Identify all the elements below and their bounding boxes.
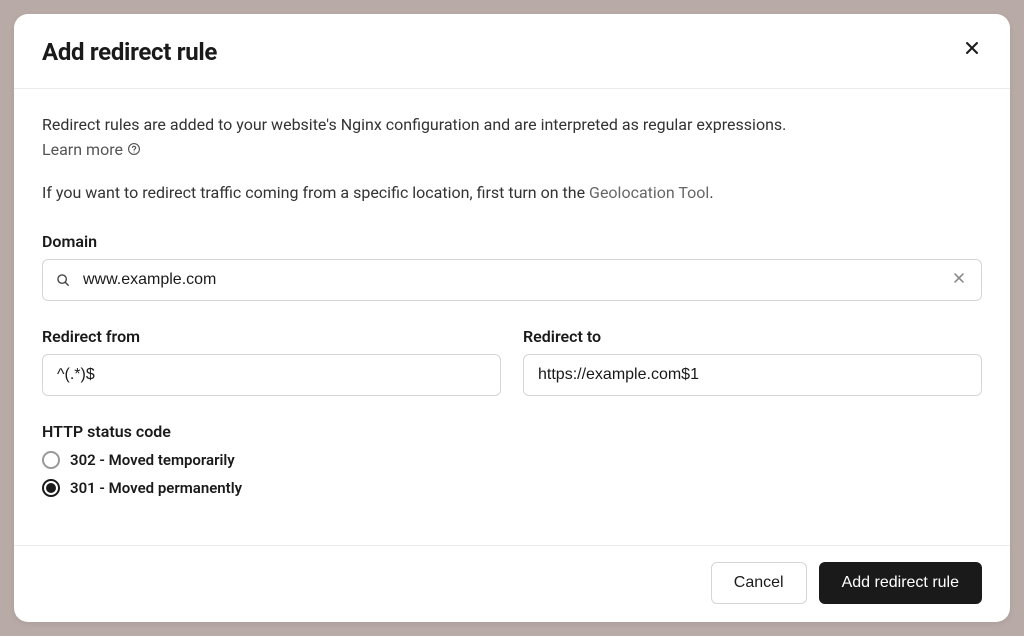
dialog-title: Add redirect rule [42,38,217,66]
domain-input[interactable] [42,259,982,301]
geo-suffix: . [709,183,713,202]
learn-more-row: Learn more [42,140,982,159]
redirect-from-label: Redirect from [42,327,501,346]
redirect-fields-row: Redirect from Redirect to [42,327,982,396]
status-code-label: HTTP status code [42,422,982,441]
add-redirect-rule-button[interactable]: Add redirect rule [819,562,982,604]
redirect-from-field: Redirect from [42,327,501,396]
help-icon [127,142,141,156]
clear-icon [952,271,966,288]
status-301-label: 301 - Moved permanently [70,479,242,497]
close-button[interactable] [962,38,982,61]
cancel-button[interactable]: Cancel [711,562,807,604]
redirect-to-label: Redirect to [523,327,982,346]
status-code-radio-group: 302 - Moved temporarily 301 - Moved perm… [42,451,982,497]
domain-field: Domain [42,232,982,301]
status-302-label: 302 - Moved temporarily [70,451,235,469]
domain-input-wrapper [42,259,982,301]
add-redirect-rule-dialog: Add redirect rule Redirect rules are add… [14,14,1010,622]
redirect-from-input[interactable] [42,354,501,396]
dialog-header: Add redirect rule [14,14,1010,89]
status-302-option[interactable]: 302 - Moved temporarily [42,451,982,469]
domain-clear-button[interactable] [948,267,970,292]
dialog-description: Redirect rules are added to your website… [42,113,982,138]
radio-icon [42,479,60,497]
redirect-to-input[interactable] [523,354,982,396]
domain-label: Domain [42,232,982,251]
redirect-to-field: Redirect to [523,327,982,396]
dialog-body: Redirect rules are added to your website… [14,89,1010,545]
geolocation-tool-link[interactable]: Geolocation Tool [589,183,709,202]
dialog-footer: Cancel Add redirect rule [14,545,1010,622]
radio-icon [42,451,60,469]
learn-more-link[interactable]: Learn more [42,140,141,159]
geolocation-note: If you want to redirect traffic coming f… [42,181,982,206]
learn-more-label: Learn more [42,140,123,159]
http-status-code-field: HTTP status code 302 - Moved temporarily… [42,422,982,497]
geo-prefix: If you want to redirect traffic coming f… [42,183,589,202]
radio-dot-icon [46,483,56,493]
close-icon [964,40,980,59]
status-301-option[interactable]: 301 - Moved permanently [42,479,982,497]
